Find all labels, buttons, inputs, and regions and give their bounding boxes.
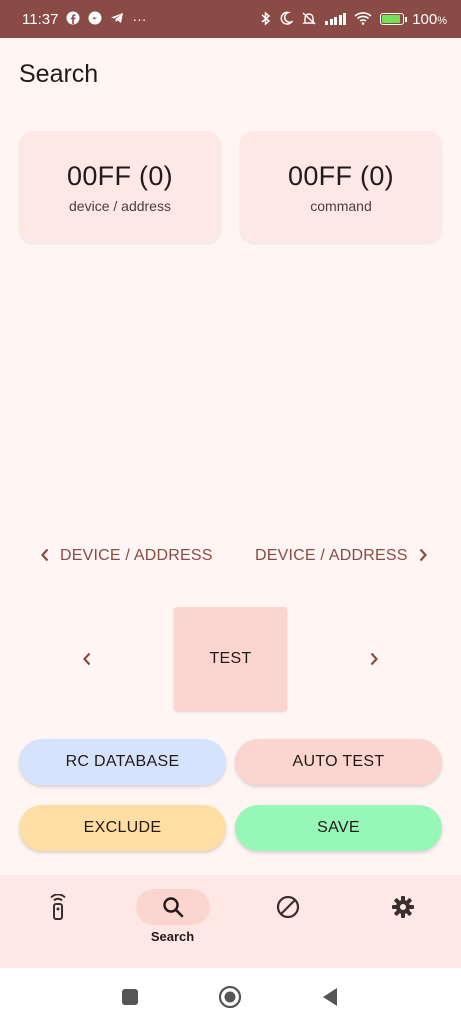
nav-active-indicator (135, 889, 210, 925)
device-address-nav: DEVICE / ADDRESS DEVICE / ADDRESS (0, 540, 461, 572)
overflow-notifications: ··· (132, 11, 147, 27)
status-bar: 11:37 ··· 100% (0, 0, 461, 38)
recents-button[interactable] (115, 982, 145, 1012)
device-address-label: device / address (69, 197, 171, 214)
facebook-icon (66, 11, 80, 27)
command-card: 00FF (0) command (240, 131, 442, 243)
test-button[interactable]: TEST (174, 607, 287, 711)
mute-icon (301, 11, 317, 28)
next-device-address-label: DEVICE / ADDRESS (255, 547, 408, 564)
signal-icon (325, 13, 347, 25)
nav-item-settings[interactable] (345, 875, 460, 968)
square-icon (122, 989, 138, 1005)
device-address-value: 00FF (0) (67, 160, 173, 191)
chevron-left-icon (83, 652, 91, 666)
rc-database-button[interactable]: RC DATABASE (19, 739, 226, 785)
gear-icon (391, 896, 414, 918)
auto-test-button[interactable]: AUTO TEST (235, 739, 442, 785)
block-icon (276, 895, 299, 919)
bluetooth-icon (261, 10, 271, 28)
command-label: command (310, 197, 372, 214)
device-address-card: 00FF (0) device / address (19, 131, 221, 243)
save-button[interactable]: SAVE (235, 805, 442, 851)
home-circle-icon (218, 985, 242, 1009)
battery-level: 100% (412, 10, 447, 28)
prev-command-button[interactable] (71, 643, 103, 675)
back-triangle-icon (323, 988, 337, 1006)
battery-icon (380, 13, 408, 25)
system-navigation-bar (0, 968, 461, 1024)
bottom-navigation: Search (0, 875, 461, 968)
next-command-button[interactable] (358, 643, 390, 675)
exclude-button[interactable]: EXCLUDE (19, 805, 226, 851)
home-button[interactable] (215, 982, 245, 1012)
prev-device-address-label: DEVICE / ADDRESS (60, 547, 213, 564)
clock: 11:37 (22, 10, 59, 28)
prev-device-address-button[interactable]: DEVICE / ADDRESS (40, 540, 213, 572)
command-value: 00FF (0) (288, 160, 394, 191)
test-area: TEST (0, 607, 461, 711)
nav-label-search: Search (150, 929, 195, 944)
chevron-right-icon (418, 546, 428, 567)
next-device-address-button[interactable]: DEVICE / ADDRESS (255, 540, 428, 572)
wifi-icon (354, 11, 372, 27)
nav-item-excluded[interactable] (230, 875, 345, 968)
chevron-right-icon (370, 652, 378, 666)
back-button[interactable] (315, 982, 345, 1012)
nav-item-remote[interactable] (0, 875, 115, 968)
messenger-icon (88, 11, 102, 27)
moon-icon (279, 11, 295, 27)
telegram-icon (110, 11, 124, 27)
page-title: Search (19, 60, 99, 88)
nav-item-search[interactable]: Search (115, 875, 230, 968)
remote-icon (49, 894, 66, 920)
chevron-left-icon (40, 546, 50, 567)
search-icon (162, 897, 183, 918)
